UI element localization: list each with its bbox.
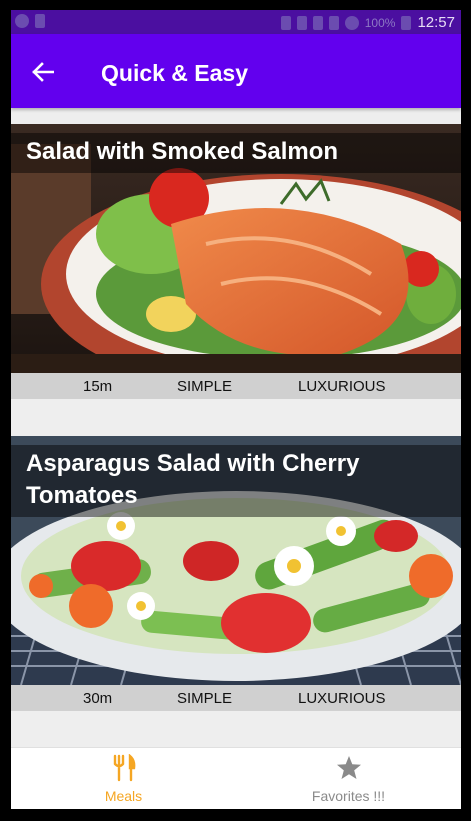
meal-affordability: LUXURIOUS	[298, 689, 386, 707]
meal-image: Salad with Smoked Salmon	[11, 124, 461, 373]
meal-title: Asparagus Salad with Cherry Tomatoes	[11, 445, 461, 517]
meal-card[interactable]: Asparagus Salad with Cherry Tomatoes 30m…	[11, 436, 461, 711]
arrow-left-icon	[32, 62, 54, 82]
meal-meta: 30m SIMPLE LUXURIOUS	[11, 685, 461, 711]
meal-image: Asparagus Salad with Cherry Tomatoes	[11, 436, 461, 685]
clock: 12:57	[417, 14, 455, 31]
nav-label-favorites: Favorites !!!	[311, 788, 386, 804]
nav-item-meals[interactable]: Meals	[11, 748, 236, 809]
fork-knife-icon	[113, 754, 136, 782]
dnd-icon	[344, 15, 359, 30]
meal-duration: 30m	[83, 689, 113, 707]
meal-card[interactable]: Salad with Smoked Salmon 15m SIMPLE LUXU…	[11, 124, 461, 399]
nav-label-meals: Meals	[104, 788, 143, 804]
meal-complexity: SIMPLE	[177, 689, 233, 707]
bluetooth-icon	[312, 15, 323, 30]
meal-complexity: SIMPLE	[177, 377, 233, 395]
sim-icon	[35, 14, 45, 28]
bottom-navigation: Meals Favorites !!!	[11, 747, 461, 809]
wifi-icon	[328, 15, 339, 30]
vibrate-icon	[280, 15, 291, 30]
notification-icon	[15, 14, 29, 28]
back-button[interactable]	[29, 58, 57, 86]
meal-affordability: LUXURIOUS	[298, 377, 386, 395]
screen: 100% 12:57 Quick & Easy Salad with Smoke…	[11, 10, 461, 809]
battery-percent: 100%	[364, 15, 396, 30]
nav-item-favorites[interactable]: Favorites !!!	[236, 748, 461, 809]
app-bar: Quick & Easy	[11, 34, 461, 108]
nfc-icon	[296, 15, 307, 30]
meal-duration: 15m	[83, 377, 113, 395]
star-icon	[337, 756, 361, 779]
meal-meta: 15m SIMPLE LUXURIOUS	[11, 373, 461, 399]
meal-title: Salad with Smoked Salmon	[11, 133, 461, 173]
battery-icon	[401, 15, 412, 30]
status-bar: 100% 12:57	[11, 10, 461, 34]
page-title: Quick & Easy	[101, 60, 249, 86]
